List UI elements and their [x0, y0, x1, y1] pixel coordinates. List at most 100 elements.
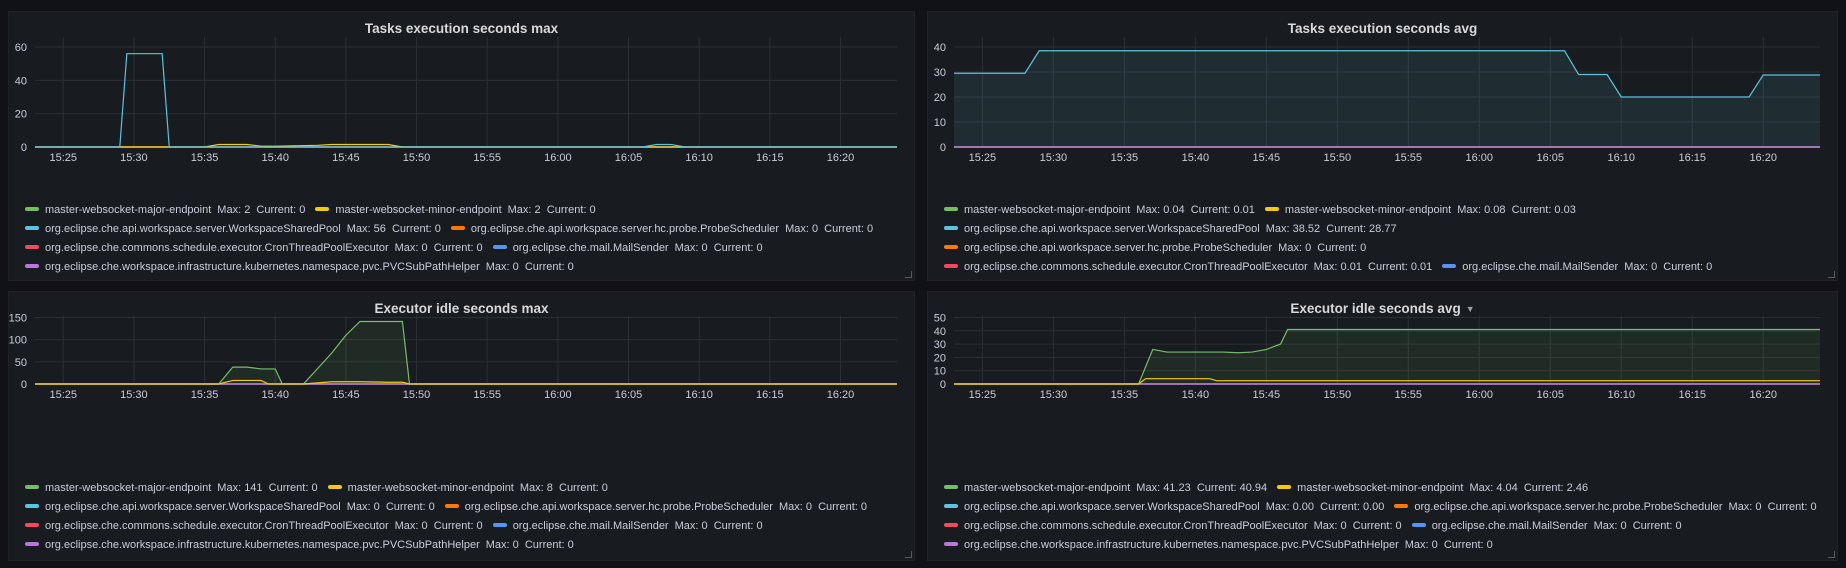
legend-series-name[interactable]: master-websocket-major-endpoint — [45, 482, 211, 494]
legend-stats: Max: 0.00 Current: 0.00 — [1265, 501, 1385, 513]
legend-item[interactable]: org.eclipse.che.api.workspace.server.Wor… — [944, 220, 1397, 239]
legend-series-name[interactable]: master-websocket-major-endpoint — [964, 482, 1130, 494]
legend-series-name[interactable]: org.eclipse.che.workspace.infrastructure… — [45, 539, 480, 551]
legend-swatch-icon[interactable] — [944, 207, 958, 212]
legend-item[interactable]: org.eclipse.che.mail.MailSender Max: 0 Cu… — [1411, 517, 1682, 536]
legend-swatch-icon[interactable] — [944, 523, 958, 528]
y-tick-label: 40 — [934, 326, 946, 338]
legend-item[interactable]: org.eclipse.che.commons.schedule.executo… — [944, 517, 1402, 536]
legend-item[interactable]: org.eclipse.che.workspace.infrastructure… — [25, 258, 574, 277]
legend-item[interactable]: org.eclipse.che.commons.schedule.executo… — [944, 258, 1432, 277]
panel-executor-idle-avg: Executor idle seconds avg ▼ 0 10 20 30 40 50 15… — [927, 291, 1838, 561]
legend-item[interactable]: org.eclipse.che.api.workspace.server.hc.… — [944, 239, 1366, 258]
legend-series-name[interactable]: org.eclipse.che.workspace.infrastructure… — [964, 539, 1399, 551]
legend-swatch-icon[interactable] — [1264, 207, 1279, 212]
legend-swatch-icon[interactable] — [25, 504, 39, 509]
legend-swatch-icon[interactable] — [25, 542, 39, 547]
legend-item[interactable]: org.eclipse.che.mail.MailSender Max: 0 Cu… — [1442, 258, 1712, 277]
legend-item[interactable]: master-websocket-major-endpoint Max: 0.04… — [944, 201, 1255, 220]
legend-series-name[interactable]: master-websocket-major-endpoint — [964, 204, 1130, 216]
legend-swatch-icon[interactable] — [25, 207, 39, 212]
legend-swatch-icon[interactable] — [25, 264, 39, 269]
legend-swatch-icon[interactable] — [944, 264, 958, 269]
legend-series-name[interactable]: org.eclipse.che.workspace.infrastructure… — [45, 261, 480, 273]
legend-swatch-icon[interactable] — [25, 245, 39, 250]
x-tick-label: 15:35 — [191, 152, 219, 164]
legend-swatch-icon[interactable] — [492, 523, 507, 528]
legend-swatch-icon[interactable] — [25, 523, 39, 528]
legend-item[interactable]: master-websocket-major-endpoint Max: 2 Cu… — [25, 201, 305, 220]
y-tick-label: 150 — [9, 313, 27, 325]
legend-swatch-icon[interactable] — [1411, 523, 1426, 528]
legend-series-name[interactable]: master-websocket-minor-endpoint — [1285, 204, 1451, 216]
legend-item[interactable]: master-websocket-minor-endpoint Max: 0.08… — [1264, 201, 1576, 220]
legend-series-name[interactable]: master-websocket-minor-endpoint — [1297, 482, 1463, 494]
legend-swatch-icon[interactable] — [1442, 264, 1457, 269]
legend-item[interactable]: org.eclipse.che.mail.MailSender Max: 0 Cu… — [492, 239, 763, 258]
legend-series-name[interactable]: org.eclipse.che.api.workspace.server.Wor… — [45, 501, 341, 513]
y-tick-label: 40 — [15, 75, 27, 87]
legend-item[interactable]: org.eclipse.che.api.workspace.server.Wor… — [944, 498, 1384, 517]
panel-executor-idle-max: Executor idle seconds max 0 50 100 150 15:25… — [8, 291, 915, 561]
legend-series-name[interactable]: org.eclipse.che.commons.schedule.executo… — [45, 520, 389, 532]
legend-series-name[interactable]: master-websocket-major-endpoint — [45, 204, 211, 216]
legend-series-name[interactable]: org.eclipse.che.workspace.infrastructure… — [964, 280, 1399, 281]
legend-swatch-icon[interactable] — [25, 226, 39, 231]
legend-item[interactable]: org.eclipse.che.api.workspace.server.Wor… — [25, 498, 435, 517]
legend-series-name[interactable]: org.eclipse.che.api.workspace.server.Wor… — [964, 501, 1260, 513]
legend-swatch-icon[interactable] — [450, 226, 465, 231]
legend-item[interactable]: org.eclipse.che.api.workspace.server.hc.… — [1394, 498, 1817, 517]
x-tick-label: 16:00 — [544, 152, 572, 164]
resize-handle-icon[interactable] — [905, 551, 912, 558]
legend-item[interactable]: master-websocket-minor-endpoint Max: 2 Cu… — [315, 201, 596, 220]
legend-item[interactable]: master-websocket-minor-endpoint Max: 4.04… — [1277, 479, 1588, 498]
legend-item[interactable]: master-websocket-minor-endpoint Max: 8 Cu… — [327, 479, 608, 498]
legend-swatch-icon[interactable] — [444, 504, 459, 509]
legend-stats: Max: 41.23 Current: 40.94 — [1136, 482, 1268, 494]
legend-item[interactable]: org.eclipse.che.mail.MailSender Max: 0 Cu… — [492, 517, 763, 536]
legend-swatch-icon[interactable] — [944, 542, 958, 547]
legend-item[interactable]: master-websocket-major-endpoint Max: 41.2… — [944, 479, 1267, 498]
legend-item[interactable]: org.eclipse.che.api.workspace.server.hc.… — [450, 220, 873, 239]
legend-item[interactable]: org.eclipse.che.api.workspace.server.hc.… — [444, 498, 867, 517]
legend-series-name[interactable]: org.eclipse.che.commons.schedule.executo… — [964, 261, 1308, 273]
legend-swatch-icon[interactable] — [944, 504, 958, 509]
legend-item[interactable]: org.eclipse.che.workspace.infrastructure… — [944, 277, 1493, 281]
legend-series-name[interactable]: master-websocket-minor-endpoint — [348, 482, 514, 494]
x-tick-label: 15:45 — [1253, 389, 1281, 401]
legend-swatch-icon[interactable] — [1394, 504, 1409, 509]
x-tick-label: 16:00 — [1466, 389, 1494, 401]
x-tick-label: 15:45 — [1253, 152, 1281, 164]
legend-series-name[interactable]: org.eclipse.che.mail.MailSender — [1462, 261, 1618, 273]
legend-series-name[interactable]: org.eclipse.che.api.workspace.server.hc.… — [964, 242, 1272, 254]
legend-series-name[interactable]: org.eclipse.che.commons.schedule.executo… — [964, 520, 1308, 532]
legend-series-name[interactable]: org.eclipse.che.api.workspace.server.Wor… — [964, 223, 1260, 235]
legend-swatch-icon[interactable] — [944, 485, 958, 490]
legend-series-name[interactable]: org.eclipse.che.api.workspace.server.hc.… — [1414, 501, 1722, 513]
legend-series-name[interactable]: org.eclipse.che.mail.MailSender — [513, 242, 669, 254]
legend: master-websocket-major-endpoint Max: 2 Cu… — [25, 201, 906, 277]
legend-swatch-icon[interactable] — [327, 485, 342, 490]
legend-series-name[interactable]: master-websocket-minor-endpoint — [335, 204, 501, 216]
legend-swatch-icon[interactable] — [492, 245, 507, 250]
legend-item[interactable]: org.eclipse.che.api.workspace.server.Wor… — [25, 220, 441, 239]
legend-item[interactable]: master-websocket-major-endpoint Max: 141 … — [25, 479, 318, 498]
resize-handle-icon[interactable] — [1828, 271, 1835, 278]
legend-swatch-icon[interactable] — [944, 226, 958, 231]
legend-series-name[interactable]: org.eclipse.che.api.workspace.server.Wor… — [45, 223, 341, 235]
legend-item[interactable]: org.eclipse.che.workspace.infrastructure… — [944, 536, 1493, 555]
resize-handle-icon[interactable] — [1828, 551, 1835, 558]
legend-swatch-icon[interactable] — [315, 207, 330, 212]
legend-item[interactable]: org.eclipse.che.commons.schedule.executo… — [25, 517, 483, 536]
legend-swatch-icon[interactable] — [25, 485, 39, 490]
legend-series-name[interactable]: org.eclipse.che.api.workspace.server.hc.… — [471, 223, 779, 235]
legend-swatch-icon[interactable] — [944, 245, 958, 250]
legend-item[interactable]: org.eclipse.che.commons.schedule.executo… — [25, 239, 483, 258]
legend-series-name[interactable]: org.eclipse.che.api.workspace.server.hc.… — [465, 501, 773, 513]
legend-series-name[interactable]: org.eclipse.che.commons.schedule.executo… — [45, 242, 389, 254]
legend-item[interactable]: org.eclipse.che.workspace.infrastructure… — [25, 536, 574, 555]
legend-series-name[interactable]: org.eclipse.che.mail.MailSender — [513, 520, 669, 532]
legend-series-name[interactable]: org.eclipse.che.mail.MailSender — [1432, 520, 1588, 532]
legend-swatch-icon[interactable] — [1277, 485, 1292, 490]
resize-handle-icon[interactable] — [905, 271, 912, 278]
